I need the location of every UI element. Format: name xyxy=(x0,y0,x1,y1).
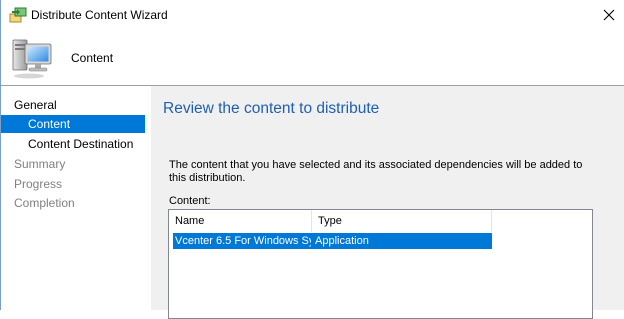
nav-item-summary: Summary xyxy=(1,155,145,173)
list-header: Name Type xyxy=(169,210,592,232)
window-title: Distribute Content Wizard xyxy=(31,8,168,22)
column-header-name[interactable]: Name xyxy=(169,210,312,232)
description-text: The content that you have selected and i… xyxy=(169,159,583,184)
computer-icon xyxy=(12,39,52,79)
wizard-app-icon xyxy=(9,7,27,23)
page-title: Content xyxy=(71,51,114,65)
main-panel: Review the content to distribute The con… xyxy=(151,86,624,319)
table-row[interactable]: Vcenter 6.5 For Windows Sys... Applicati… xyxy=(173,233,492,249)
nav-item-content-destination[interactable]: Content Destination xyxy=(1,135,145,153)
cell-name: Vcenter 6.5 For Windows Sys... xyxy=(175,235,311,247)
cell-type: Application xyxy=(315,235,369,247)
nav-item-general[interactable]: General xyxy=(1,96,145,114)
wizard-window: Distribute Content Wizard Content Genera… xyxy=(0,0,624,319)
nav-item-label: Summary xyxy=(14,157,66,171)
nav-item-label: Content xyxy=(28,117,71,131)
section-heading: Review the content to distribute xyxy=(163,100,380,117)
content-label: Content: xyxy=(169,195,211,207)
nav-item-progress: Progress xyxy=(1,175,145,193)
close-icon xyxy=(603,9,615,21)
column-header-type[interactable]: Type xyxy=(312,210,492,232)
nav-item-label: General xyxy=(14,98,57,112)
nav-item-content[interactable]: Content xyxy=(1,115,145,133)
content-list[interactable]: Name Type Vcenter 6.5 For Windows Sys...… xyxy=(168,209,593,319)
nav-item-label: Completion xyxy=(14,196,75,210)
nav-item-label: Progress xyxy=(14,177,63,191)
wizard-header: Content xyxy=(1,30,624,85)
title-bar: Distribute Content Wizard xyxy=(1,0,624,30)
nav-item-label: Content Destination xyxy=(28,137,134,151)
wizard-steps-nav: General Content Content Destination Summ… xyxy=(1,86,151,310)
close-button[interactable] xyxy=(593,0,624,30)
nav-item-completion: Completion xyxy=(1,194,145,212)
